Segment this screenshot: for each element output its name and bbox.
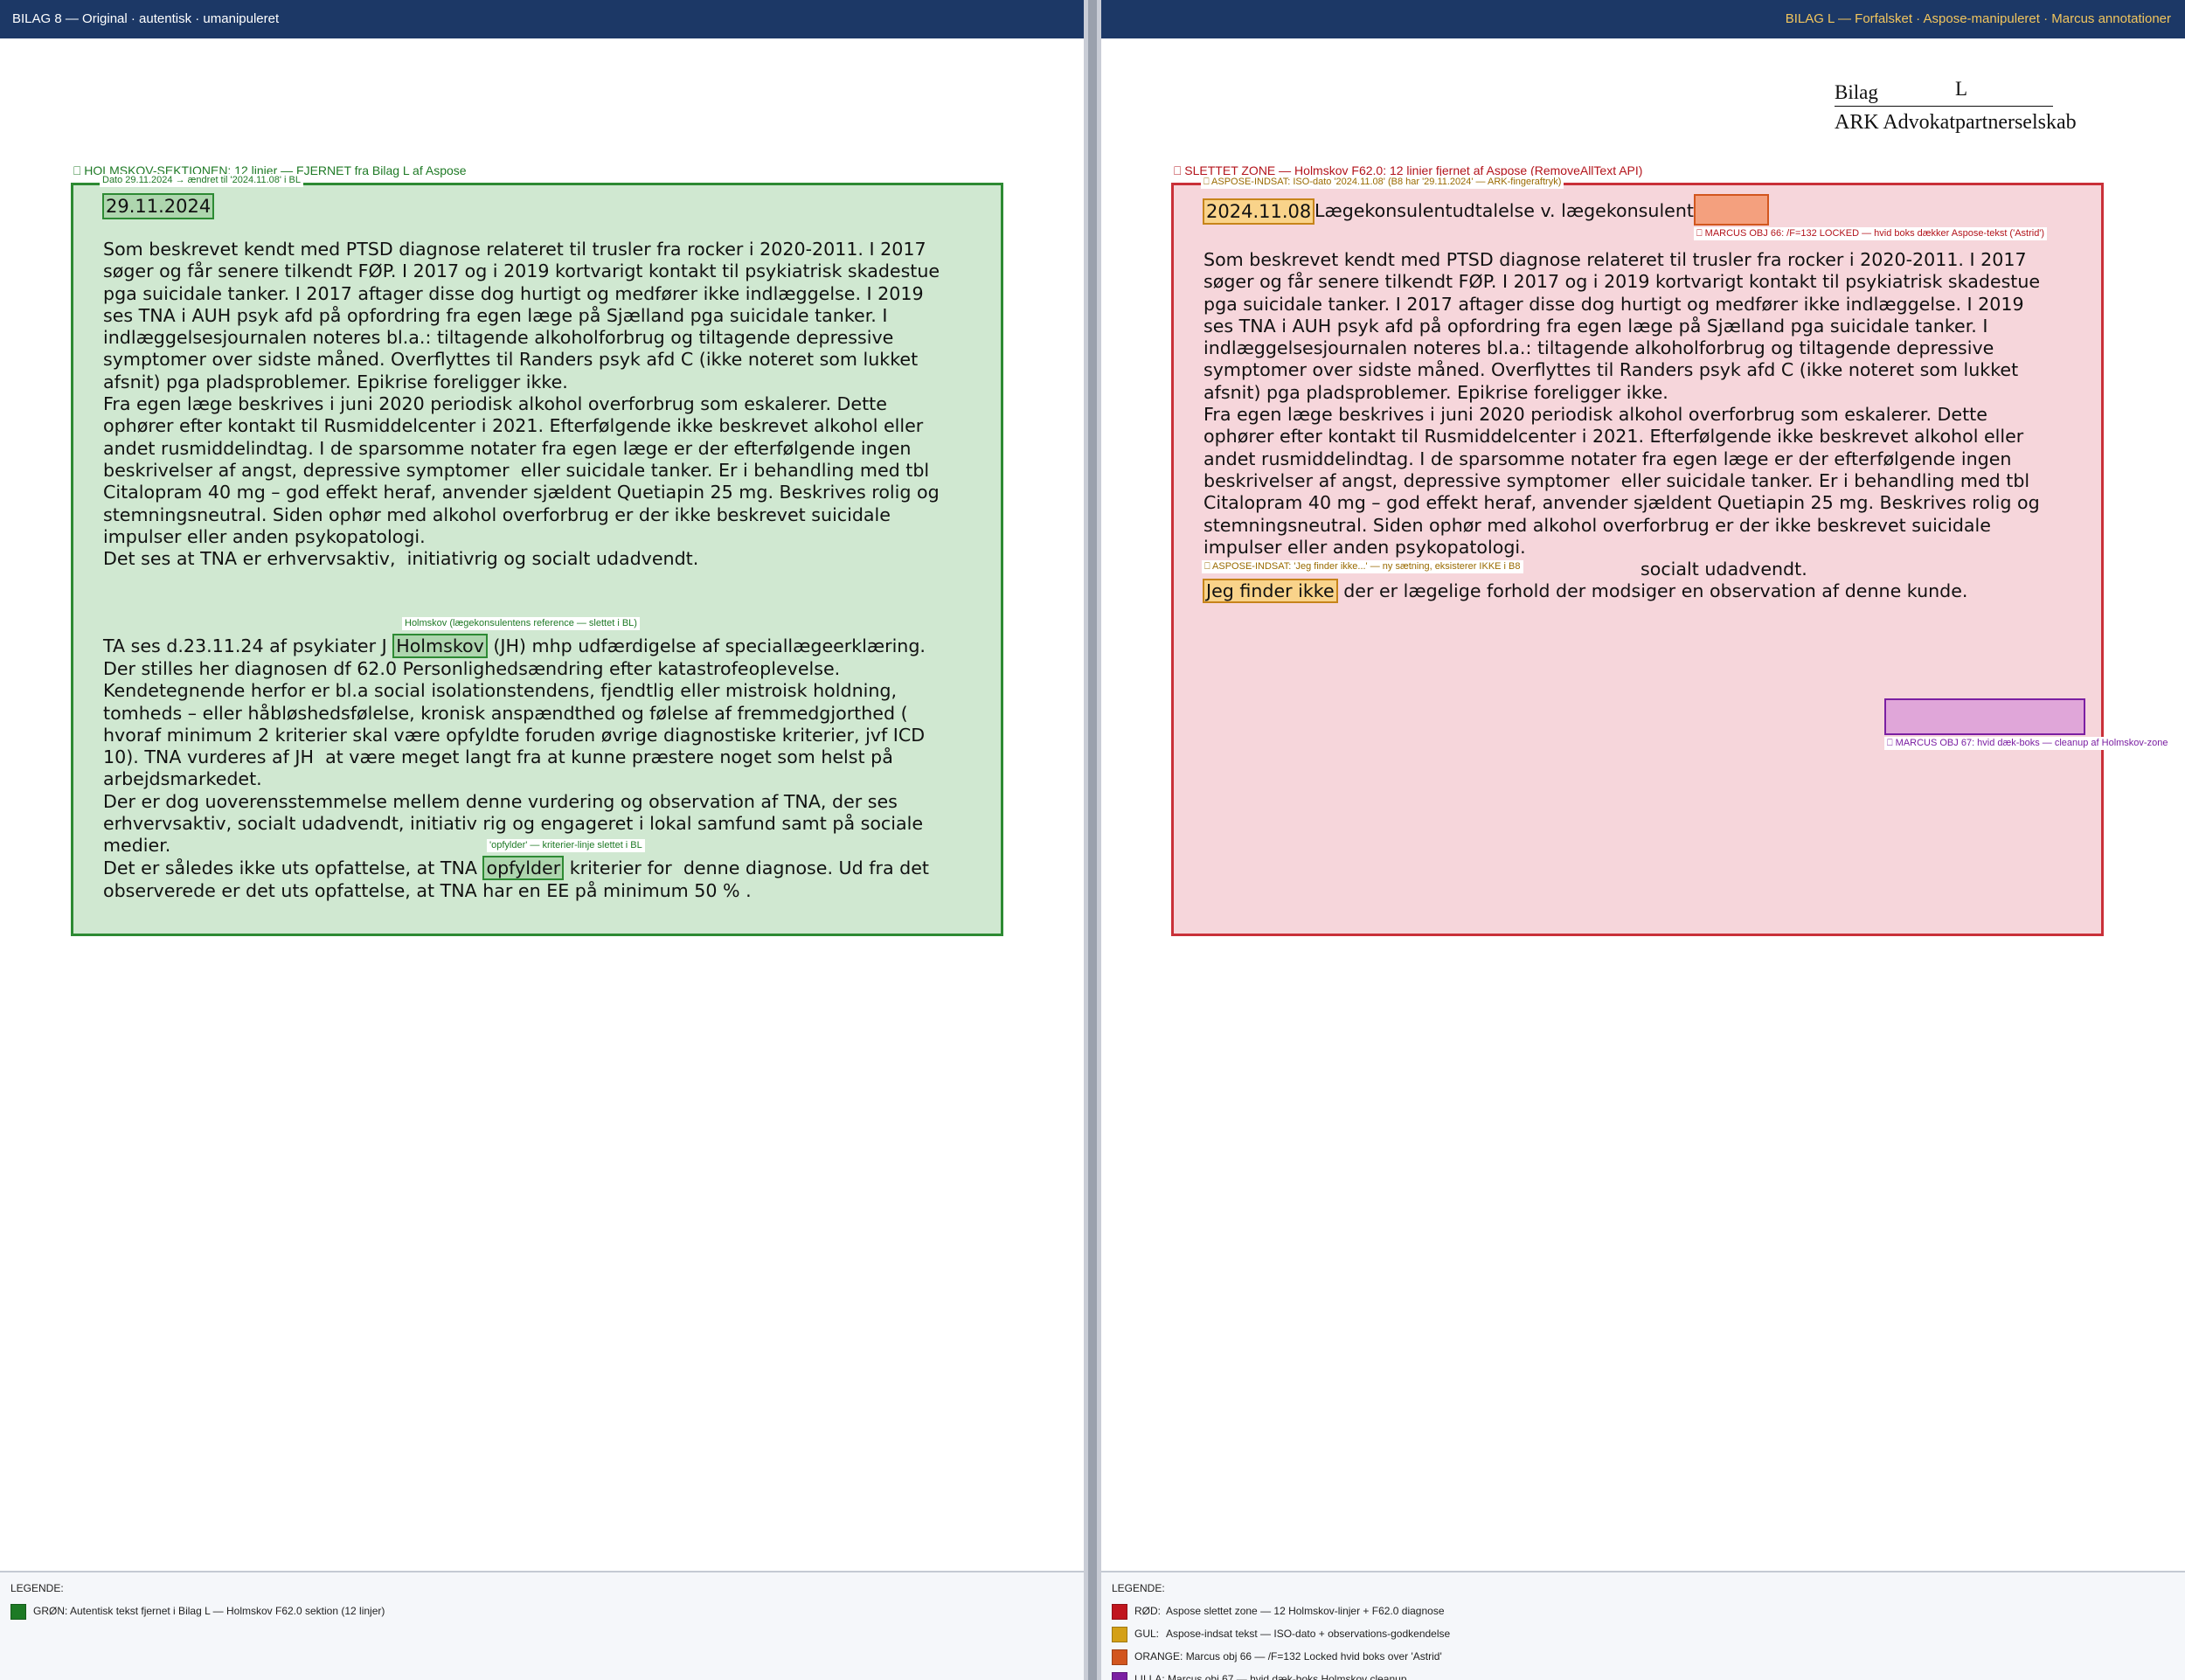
aspose-inserted-sentence: Jeg finder ikke der er lægelige forhold … [1203,579,1968,603]
aspose-inserted-rest: der er lægelige forhold der modsiger en … [1337,580,1968,601]
marcus-obj66-tag: ⎕ MARCUS OBJ 66: /F=132 LOCKED — hvid bo… [1694,227,2048,240]
legend-red-label: RØD: [1134,1605,1161,1617]
opfylder-tag: 'opfylder' — kriterier-linje slettet i B… [487,839,645,852]
pane-divider[interactable] [1084,0,1101,1680]
legend-title: LEGENDE: [1112,1582,1165,1594]
bilag-letter: L [1955,78,1968,100]
legend-purple-text: Marcus obj 67 — hvid dæk-boks Holmskov c… [1168,1673,1407,1680]
bilagL-legend: LEGENDE: RØD: Aspose slettet zone — 12 Ho… [1101,1571,2185,1680]
legend-purple-label: LILLA: [1134,1673,1165,1680]
red-swatch [1112,1603,1127,1620]
legend-orange-text: Marcus obj 66 — /F=132 Locked hvid boks … [1185,1650,1442,1663]
opfylder-line-end: kriterier for denne diagnose. Ud fra det [564,857,929,878]
partial-overlap-line: socialt udadvendt. [1640,559,1807,580]
purple-swatch [1112,1671,1127,1680]
bilag8-paragraph-1: Som beskrevet kendt med PTSD diagnose re… [103,239,940,570]
marcus-obj66-box [1694,194,1769,226]
bilag8-opfylder-line: Det er således ikke uts opfattelse, at T… [103,856,929,880]
iso-date-highlight: 2024.11.08 [1203,198,1315,225]
holmskov-name-highlight: Holmskov [392,634,488,658]
bilag8-holmskov-line: TA ses d.23.11.24 af psykiater J Holmsko… [103,634,926,658]
legend-orange-label: ORANGE: [1134,1650,1183,1663]
legend-red-text: Aspose slettet zone — 12 Holmskov-linjer… [1166,1605,1445,1617]
marcus-obj67-box [1884,698,2085,735]
bilag-label: Bilag [1835,81,1878,103]
legend-green-text: GRØN: Autentisk tekst fjernet i Bilag L … [33,1605,385,1617]
aspose-inserted-words: Jeg finder ikke [1203,579,1338,603]
bilag-label-line: Bilag L [1835,78,2053,107]
legend-item-red: RØD: Aspose slettet zone — 12 Holmskov-li… [1112,1603,1445,1620]
bilag8-header: BILAG 8 — Original · autentisk · umanipu… [0,0,1084,38]
bilag8-legend: LEGENDE: GRØN: Autentisk tekst fjernet i… [0,1571,1084,1680]
legend-item-green: GRØN: Autentisk tekst fjernet i Bilag L … [10,1603,385,1620]
legend-yellow-label: GUL: [1134,1628,1160,1640]
bilag8-paragraph-2: Der stilles her diagnosen df 62.0 Person… [103,658,926,857]
marcus-obj67-tag: ⎕ MARCUS OBJ 67: hvid dæk-boks — cleanup… [1884,737,2171,750]
orange-swatch [1112,1649,1127,1665]
bilagL-paragraph-1: Som beskrevet kendt med PTSD diagnose re… [1203,249,2041,558]
holmskov-line-end: (JH) mhp udfærdigelse af speciallægeerkl… [487,635,926,656]
legend-yellow-text: Aspose-indsat tekst — ISO-dato + observa… [1166,1628,1451,1640]
aspose-insert-tag: ⎕ ASPOSE-INDSAT: 'Jeg finder ikke...' — … [1202,560,1523,573]
legend-item-yellow: GUL: Aspose-indsat tekst — ISO-dato + obs… [1112,1626,1450,1642]
legend-item-orange: ORANGE: Marcus obj 66 — /F=132 Locked hv… [1112,1649,1442,1665]
opfylder-line-start: Det er således ikke uts opfattelse, at T… [103,857,483,878]
firm-name: ARK Advokatpartnerselskab [1835,111,2077,134]
bilag8-pane: BILAG 8 — Original · autentisk · umanipu… [0,0,1084,1680]
holmskov-reference-tag: Holmskov (lægekonsulentens reference — s… [402,617,640,630]
bilag8-final-line: observerede er det uts opfattelse, at TN… [103,880,752,901]
original-date: 29.11.2024 [102,193,215,219]
legend-item-purple: LILLA: Marcus obj 67 — hvid dæk-boks Hol… [1112,1671,1407,1680]
bilagL-header: BILAG L — Forfalsket · Aspose-manipulere… [1101,0,2185,38]
opfylder-highlight: opfylder [482,856,565,880]
document-title: Lægekonsulentudtalelse v. lægekonsulent [1314,200,1694,221]
bilagL-pane: BILAG L — Forfalsket · Aspose-manipulere… [1101,0,2185,1680]
iso-date-tag: ⎕ ASPOSE-INDSAT: ISO-dato '2024.11.08' (… [1201,176,1564,189]
holmskov-line-start: TA ses d.23.11.24 af psykiater J [103,635,393,656]
green-swatch [10,1603,26,1620]
date-change-tag: Dato 29.11.2024 → ændret til '2024.11.08… [100,174,303,187]
yellow-swatch [1112,1626,1127,1642]
legend-title: LEGENDE: [10,1582,64,1594]
